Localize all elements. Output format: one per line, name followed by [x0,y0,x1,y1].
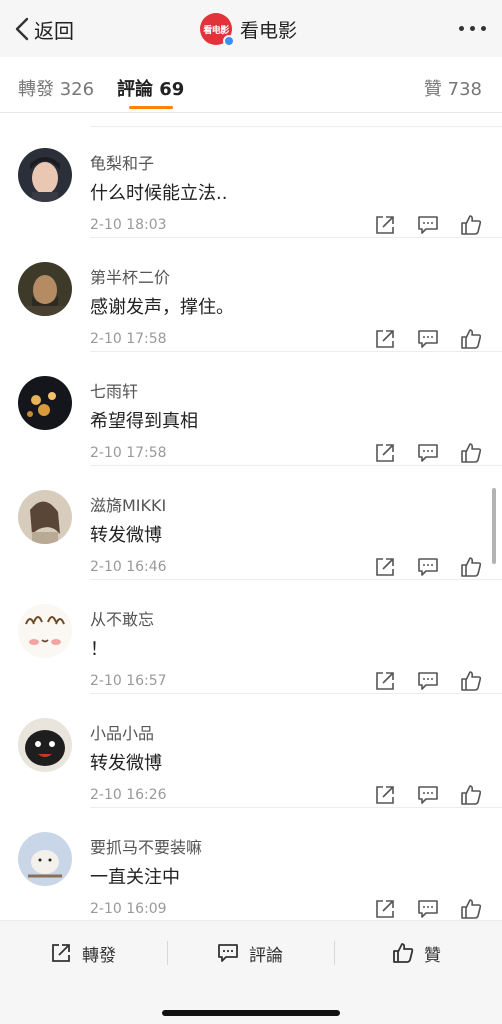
back-label: 返回 [34,18,74,43]
active-tab-indicator [129,106,173,109]
comment-icon [218,944,238,962]
comment-button[interactable]: 評論 [217,939,283,967]
avatar[interactable] [18,604,72,658]
avatar[interactable] [18,376,72,430]
thumbs-up-icon[interactable] [460,214,482,236]
comment-text: 一直关注中 [90,867,180,888]
comment-label: 評論 [249,945,283,966]
avatar[interactable] [18,832,72,886]
thumbs-up-icon[interactable] [460,784,482,806]
thumbs-up-icon[interactable] [460,898,482,920]
comment-time: 2-10 16:46 [90,559,167,575]
comment-time: 2-10 16:26 [90,787,167,803]
comment-text: 感谢发声，撑住。 [90,297,234,318]
verified-badge-icon [223,35,235,47]
share-icon[interactable] [374,214,396,236]
comment-icon[interactable] [417,556,439,578]
tab-forward[interactable]: 轉發 326 [18,75,94,101]
commenter-name[interactable]: 小品小品 [90,720,154,744]
comment-text: 什么时候能立法.. [90,183,228,204]
comment-item: 从不敢忘 ！ 2-10 16:57 [0,580,502,694]
comment-time: 2-10 17:58 [90,445,167,461]
comment-text: ！ [90,639,108,660]
comment-icon[interactable] [417,328,439,350]
chevron-left-icon [15,17,29,41]
comment-icon[interactable] [417,442,439,464]
navigation-bar: 返回 看电影 看电影 [0,0,502,57]
commenter-name[interactable]: 第半杯二价 [90,264,170,288]
comment-item: 小品小品 转发微博 2-10 16:26 [0,694,502,808]
avatar[interactable] [18,148,72,202]
page-title: 看电影 [240,19,298,42]
commenter-name[interactable]: 要抓马不要装嘛 [90,834,202,858]
forward-button[interactable]: 轉發 [50,939,116,967]
logo-text: 看电影 [203,25,229,36]
thumbs-up-icon[interactable] [460,556,482,578]
divider [167,941,168,965]
commenter-name[interactable]: 七雨轩 [90,378,138,402]
account-title[interactable]: 看电影 看电影 [200,12,298,47]
share-icon[interactable] [374,898,396,920]
comment-time: 2-10 16:57 [90,673,167,689]
comment-text: 转发微博 [90,525,162,546]
comment-item: 滋旖MIKKI 转发微博 2-10 16:46 [0,466,502,580]
account-logo: 看电影 [200,13,235,47]
scrollbar[interactable] [492,488,496,564]
thumbs-up-icon[interactable] [460,670,482,692]
comment-text: 希望得到真相 [90,411,198,432]
commenter-name[interactable]: 滋旖MIKKI [90,492,166,516]
avatar[interactable] [18,262,72,316]
comment-time: 2-10 17:58 [90,331,167,347]
tab-comment[interactable]: 評論 69 [117,75,184,101]
forward-label: 轉發 [82,945,116,966]
share-icon[interactable] [374,442,396,464]
avatar[interactable] [18,490,72,544]
share-icon[interactable] [374,328,396,350]
thumbs-up-icon[interactable] [460,328,482,350]
like-button[interactable]: 贊 [392,939,441,967]
comment-time: 2-10 16:09 [90,901,167,917]
share-icon [52,944,70,962]
comment-item: 龟梨和子 什么时候能立法.. 2-10 18:03 [0,124,502,238]
divider [334,941,335,965]
comment-icon[interactable] [417,784,439,806]
tab-bar: 轉發 326 評論 69 贊 738 [0,57,502,113]
more-dots-icon[interactable] [459,26,486,31]
avatar[interactable] [18,718,72,772]
comment-item: 七雨轩 希望得到真相 2-10 17:58 [0,352,502,466]
comment-icon[interactable] [417,214,439,236]
comment-time: 2-10 18:03 [90,217,167,233]
tab-like[interactable]: 贊 738 [424,75,482,101]
like-label: 贊 [424,945,441,966]
home-indicator[interactable] [162,1010,340,1016]
commenter-name[interactable]: 龟梨和子 [90,150,154,174]
comment-list[interactable]: 龟梨和子 什么时候能立法.. 2-10 18:03 第半杯二价 感谢发声，撑住。… [0,114,502,920]
commenter-name[interactable]: 从不敢忘 [90,606,154,630]
comment-item: 第半杯二价 感谢发声，撑住。 2-10 17:58 [0,238,502,352]
share-icon[interactable] [374,784,396,806]
share-icon[interactable] [374,556,396,578]
comment-icon[interactable] [417,898,439,920]
thumbs-up-icon[interactable] [460,442,482,464]
bottom-action-bar: 轉發 評論 贊 [0,920,502,1024]
comment-icon[interactable] [417,670,439,692]
comment-text: 转发微博 [90,753,162,774]
thumbs-up-icon [393,943,414,963]
share-icon[interactable] [374,670,396,692]
back-button[interactable]: 返回 [14,14,74,44]
comment-item: 要抓马不要装嘛 一直关注中 2-10 16:09 [0,808,502,920]
